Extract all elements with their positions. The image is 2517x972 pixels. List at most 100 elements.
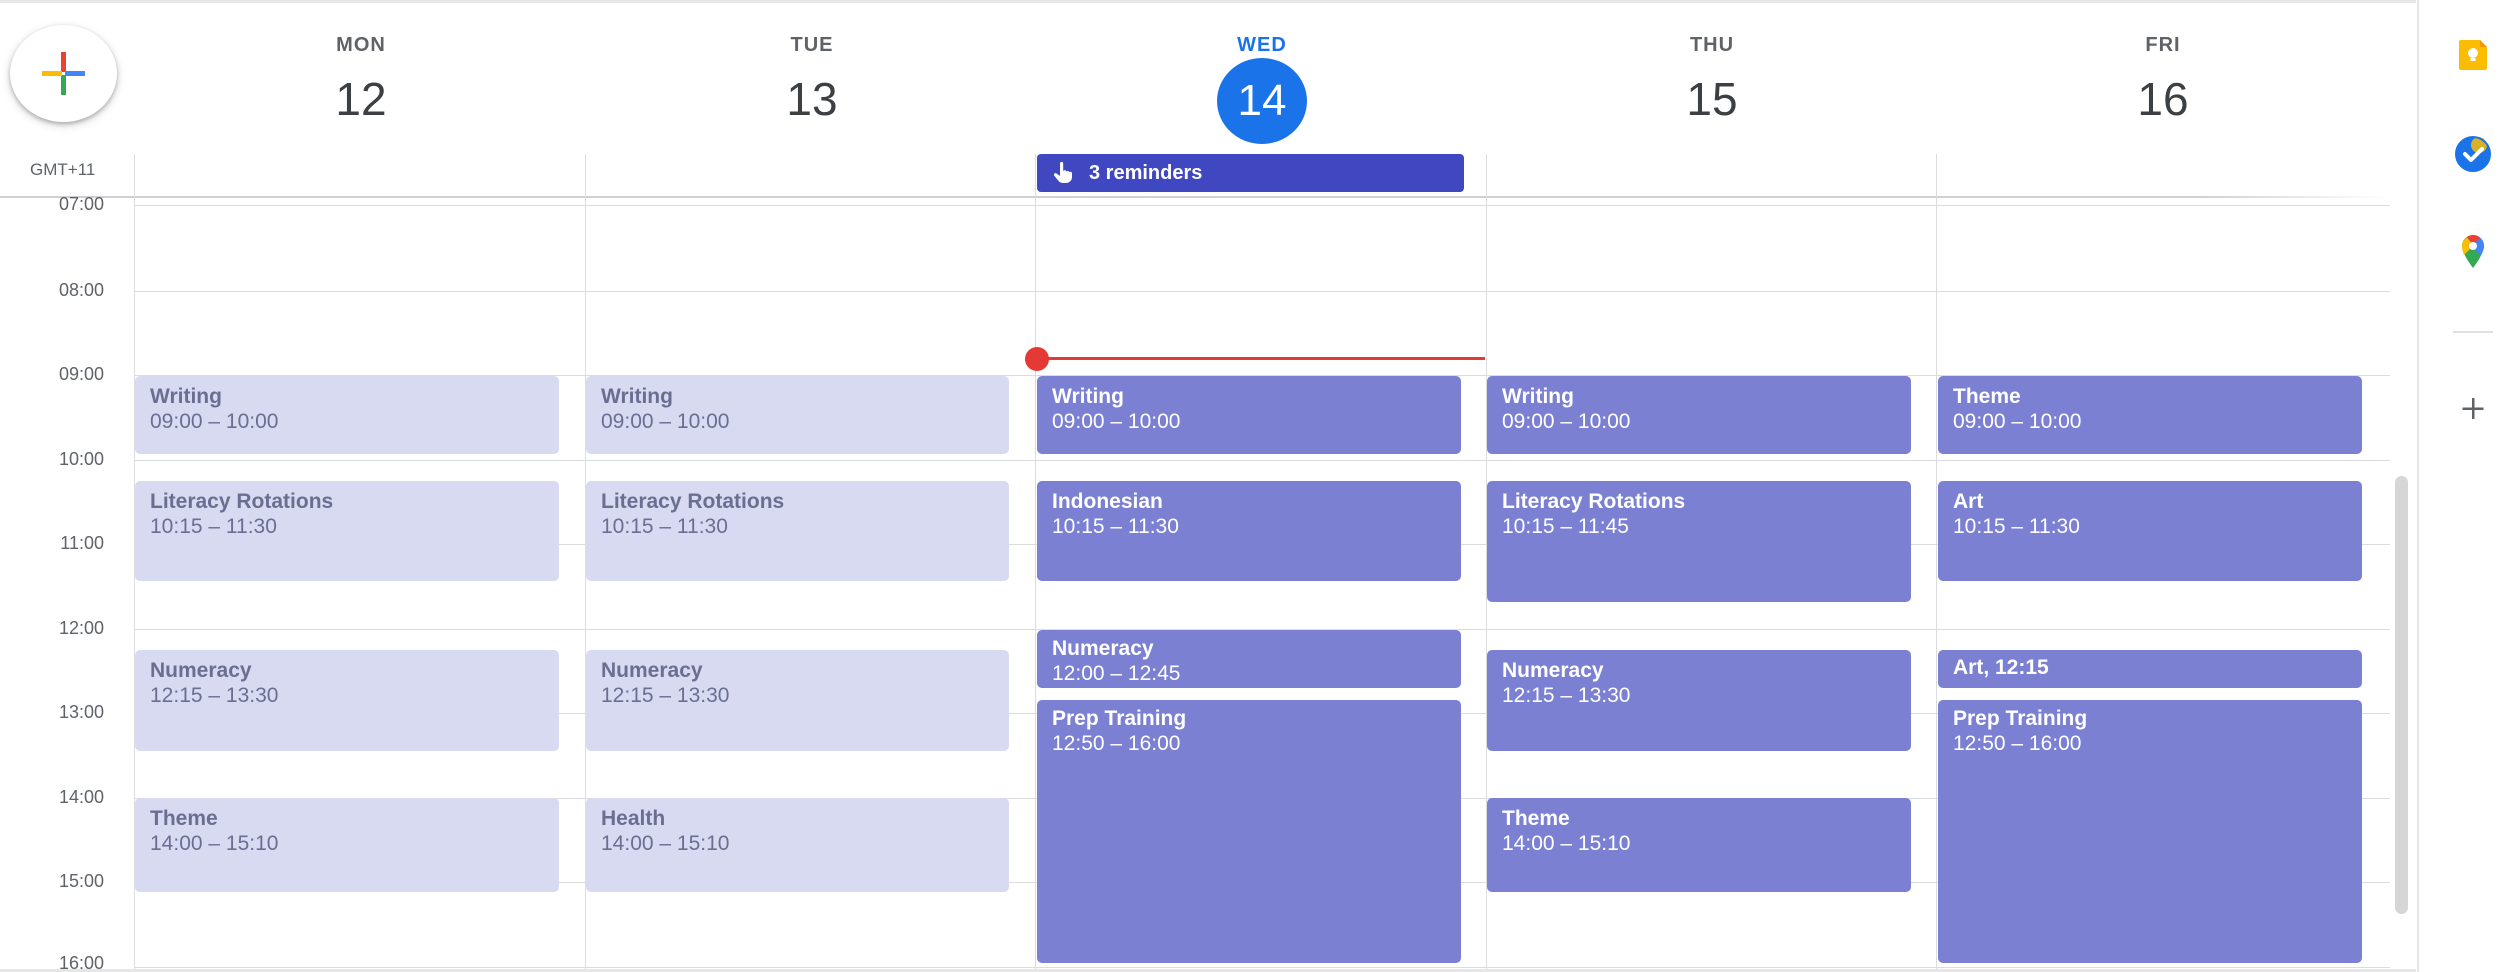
event-time: 10:15 – 11:30 [150, 515, 277, 538]
time-label: 15:00 [58, 871, 104, 891]
event-time: 14:00 – 15:10 [601, 832, 730, 855]
event-card[interactable]: Literacy Rotations 10:15 – 11:45 [1487, 481, 1911, 602]
event-title: Theme [1502, 807, 1570, 830]
event-title: Numeracy [601, 659, 703, 682]
calendar-week-view: MON 12 TUE 13 WED 14 THU 15 FRI 16 GMT+1… [0, 0, 2517, 972]
day-header-mon[interactable]: MON 12 [136, 0, 586, 150]
event-card[interactable]: Literacy Rotations 10:15 – 11:30 [135, 481, 559, 581]
event-title: Indonesian [1052, 490, 1163, 513]
event-title: Literacy Rotations [1502, 490, 1686, 513]
event-title: Art, 12:15 [1953, 656, 2049, 679]
event-card[interactable]: Health 14:00 – 15:10 [586, 798, 1009, 892]
day-header-wed[interactable]: WED 14 [1037, 0, 1487, 150]
event-title: Writing [601, 385, 673, 408]
hour-line [134, 291, 2390, 292]
event-card[interactable]: Art 10:15 – 11:30 [1938, 481, 2362, 581]
day-name: MON [336, 34, 386, 56]
day-header-fri[interactable]: FRI 16 [1938, 0, 2388, 150]
day-name: FRI [2145, 34, 2181, 56]
event-title: Numeracy [150, 659, 252, 682]
hour-line [134, 967, 2390, 968]
event-time: 14:00 – 15:10 [150, 832, 279, 855]
current-time-dot [1025, 347, 1049, 371]
event-title: Writing [150, 385, 222, 408]
event-card[interactable]: Theme 09:00 – 10:00 [1938, 376, 2362, 454]
event-title: Prep Training [1953, 707, 2088, 730]
event-card[interactable]: Writing 09:00 – 10:00 [1037, 376, 1461, 454]
event-time: 12:50 – 16:00 [1953, 732, 2082, 755]
add-icon[interactable] [2453, 388, 2493, 428]
day-header-thu[interactable]: THU 15 [1487, 0, 1937, 150]
time-label: 11:00 [60, 533, 104, 553]
event-title: Theme [1953, 385, 2021, 408]
event-card[interactable]: Writing 09:00 – 10:00 [135, 376, 559, 454]
plus-icon [42, 52, 85, 95]
column-divider [1936, 154, 1937, 972]
hand-pointer-icon [1053, 162, 1072, 183]
event-time: 09:00 – 10:00 [1953, 410, 2082, 433]
day-header-tue[interactable]: TUE 13 [587, 0, 1037, 150]
scrollbar[interactable] [2395, 476, 2408, 914]
event-title: Writing [1052, 385, 1124, 408]
event-title: Theme [150, 807, 218, 830]
event-time: 12:15 – 13:30 [601, 684, 730, 707]
event-time: 12:00 – 12:45 [1052, 662, 1181, 685]
time-label: 07:00 [58, 194, 104, 214]
event-title: Literacy Rotations [601, 490, 785, 513]
event-time: 14:00 – 15:10 [1502, 832, 1631, 855]
side-panel-separator [2453, 331, 2493, 333]
day-name: WED [1237, 34, 1287, 56]
keep-icon[interactable] [2453, 34, 2493, 74]
day-number[interactable]: 15 [1487, 72, 1937, 126]
event-time: 10:15 – 11:30 [1052, 515, 1179, 538]
event-time: 12:15 – 13:30 [150, 684, 279, 707]
event-card[interactable]: Numeracy 12:15 – 13:30 [135, 650, 559, 751]
event-time: 12:50 – 16:00 [1052, 732, 1181, 755]
create-button[interactable] [10, 25, 117, 122]
maps-icon[interactable] [2453, 232, 2493, 272]
event-card[interactable]: Literacy Rotations 10:15 – 11:30 [586, 481, 1009, 581]
hour-line [134, 460, 2390, 461]
event-card[interactable]: Writing 09:00 – 10:00 [586, 376, 1009, 454]
event-time: 10:15 – 11:30 [601, 515, 728, 538]
event-time: 09:00 – 10:00 [1052, 410, 1181, 433]
time-label: 13:00 [58, 702, 104, 722]
event-card[interactable]: Numeracy 12:00 – 12:45 [1037, 630, 1461, 688]
event-title: Writing [1502, 385, 1574, 408]
event-card[interactable]: Theme 14:00 – 15:10 [1487, 798, 1911, 892]
timezone-label: GMT+11 [30, 160, 96, 179]
event-card[interactable]: Art, 12:15 [1938, 650, 2362, 688]
event-card[interactable]: Numeracy 12:15 – 13:30 [1487, 650, 1911, 751]
tasks-icon[interactable] [2453, 134, 2493, 174]
event-time: 09:00 – 10:00 [150, 410, 279, 433]
event-title: Literacy Rotations [150, 490, 334, 513]
side-panel-divider [2417, 0, 2419, 972]
event-title: Art [1953, 490, 1984, 513]
day-name: THU [1689, 34, 1735, 56]
hour-line [134, 205, 2390, 206]
day-name: TUE [790, 34, 834, 56]
today-number[interactable]: 14 [1217, 58, 1307, 144]
column-divider [1035, 154, 1036, 972]
reminders-chip[interactable]: 3 reminders [1037, 154, 1464, 192]
event-time: 10:15 – 11:45 [1502, 515, 1629, 538]
event-time: 09:00 – 10:00 [601, 410, 730, 433]
day-number[interactable]: 13 [587, 72, 1037, 126]
current-time-line [1037, 357, 1485, 360]
event-time: 09:00 – 10:00 [1502, 410, 1631, 433]
event-time: 12:15 – 13:30 [1502, 684, 1631, 707]
event-card[interactable]: Numeracy 12:15 – 13:30 [586, 650, 1009, 751]
day-number[interactable]: 12 [136, 72, 586, 126]
time-label: 14:00 [58, 787, 104, 807]
event-card[interactable]: Theme 14:00 – 15:10 [135, 798, 559, 892]
event-card[interactable]: Prep Training 12:50 – 16:00 [1037, 700, 1461, 963]
time-label: 10:00 [58, 449, 104, 469]
event-title: Prep Training [1052, 707, 1187, 730]
event-time: 10:15 – 11:30 [1953, 515, 2080, 538]
time-label: 09:00 [58, 364, 104, 384]
event-card[interactable]: Writing 09:00 – 10:00 [1487, 376, 1911, 454]
reminders-label: 3 reminders [1089, 162, 1203, 184]
event-card[interactable]: Indonesian 10:15 – 11:30 [1037, 481, 1461, 581]
day-number[interactable]: 16 [1938, 72, 2388, 126]
event-card[interactable]: Prep Training 12:50 – 16:00 [1938, 700, 2362, 963]
